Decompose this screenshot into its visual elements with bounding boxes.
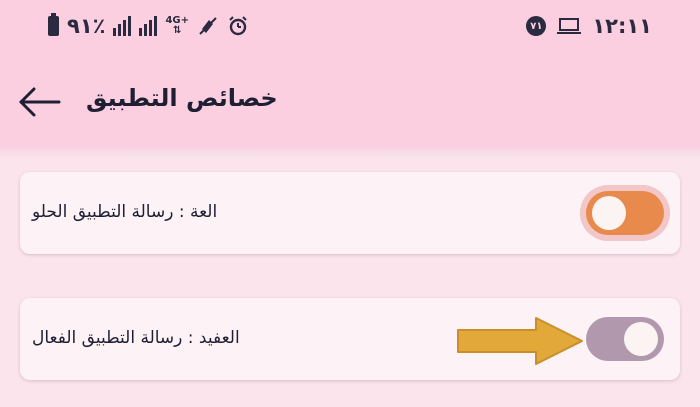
setting-card-2: ﺍﻟﻌﻔﻴﺪ : ﺭﺳﺎﻟﺔ ﺍﻟﺘﻄﺒﻴﻖ ﺍﻟﻔﻌﺎﻝ bbox=[20, 298, 680, 380]
setting-label-1: ﺍﻟﻌﺔ : ﺭﺳﺎﻟﺔ ﺍﻟﺘﻄﺒﻴﻖ ﺍﻟﺤﻠﻮ bbox=[32, 202, 218, 222]
toggle-switch-2[interactable] bbox=[586, 317, 664, 361]
setting-label-2: ﺍﻟﻌﻔﻴﺪ : ﺭﺳﺎﻟﺔ ﺍﻟﺘﻄﺒﻴﻖ ﺍﻟﻔﻌﺎﻝ bbox=[32, 328, 240, 348]
alarm-icon bbox=[229, 16, 247, 36]
network-type-icon: 4G+ ⇅ bbox=[165, 16, 189, 36]
arrow-right-icon bbox=[457, 317, 583, 365]
switch-knob bbox=[624, 322, 658, 356]
notification-badge: ٧١ bbox=[526, 16, 547, 36]
setting-card-1: ﺍﻟﻌﺔ : ﺭﺳﺎﻟﺔ ﺍﻟﺘﻄﺒﻴﻖ ﺍﻟﺤﻠﻮ bbox=[20, 172, 680, 254]
status-bar: ٩١٪ 4G+ ⇅ ٧١ ١٢:١١ bbox=[0, 0, 700, 52]
status-left-group: ٩١٪ 4G+ ⇅ bbox=[48, 12, 249, 40]
mute-icon bbox=[199, 17, 217, 35]
network-arrows-icon: ⇅ bbox=[173, 25, 182, 36]
signal-icon bbox=[113, 16, 132, 36]
toggle-switch-1[interactable] bbox=[586, 191, 664, 235]
back-button[interactable] bbox=[16, 82, 62, 122]
arrow-left-icon bbox=[19, 87, 61, 117]
app-bar: ﺧﺼﺎﺋﺺ ﺍﻟﺘﻄﺒﻴﻖ bbox=[0, 52, 700, 148]
laptop-icon bbox=[557, 18, 582, 34]
battery-icon bbox=[48, 13, 59, 36]
page-title: ﺧﺼﺎﺋﺺ ﺍﻟﺘﻄﺒﻴﻖ bbox=[86, 84, 278, 112]
app-bar-shadow bbox=[0, 148, 700, 158]
status-right-group: ٧١ ١٢:١١ bbox=[526, 12, 652, 40]
switch-knob bbox=[592, 196, 626, 230]
battery-percent: ٩١٪ bbox=[67, 14, 106, 38]
signal-icon-2 bbox=[139, 16, 158, 36]
status-time: ١٢:١١ bbox=[592, 14, 652, 38]
